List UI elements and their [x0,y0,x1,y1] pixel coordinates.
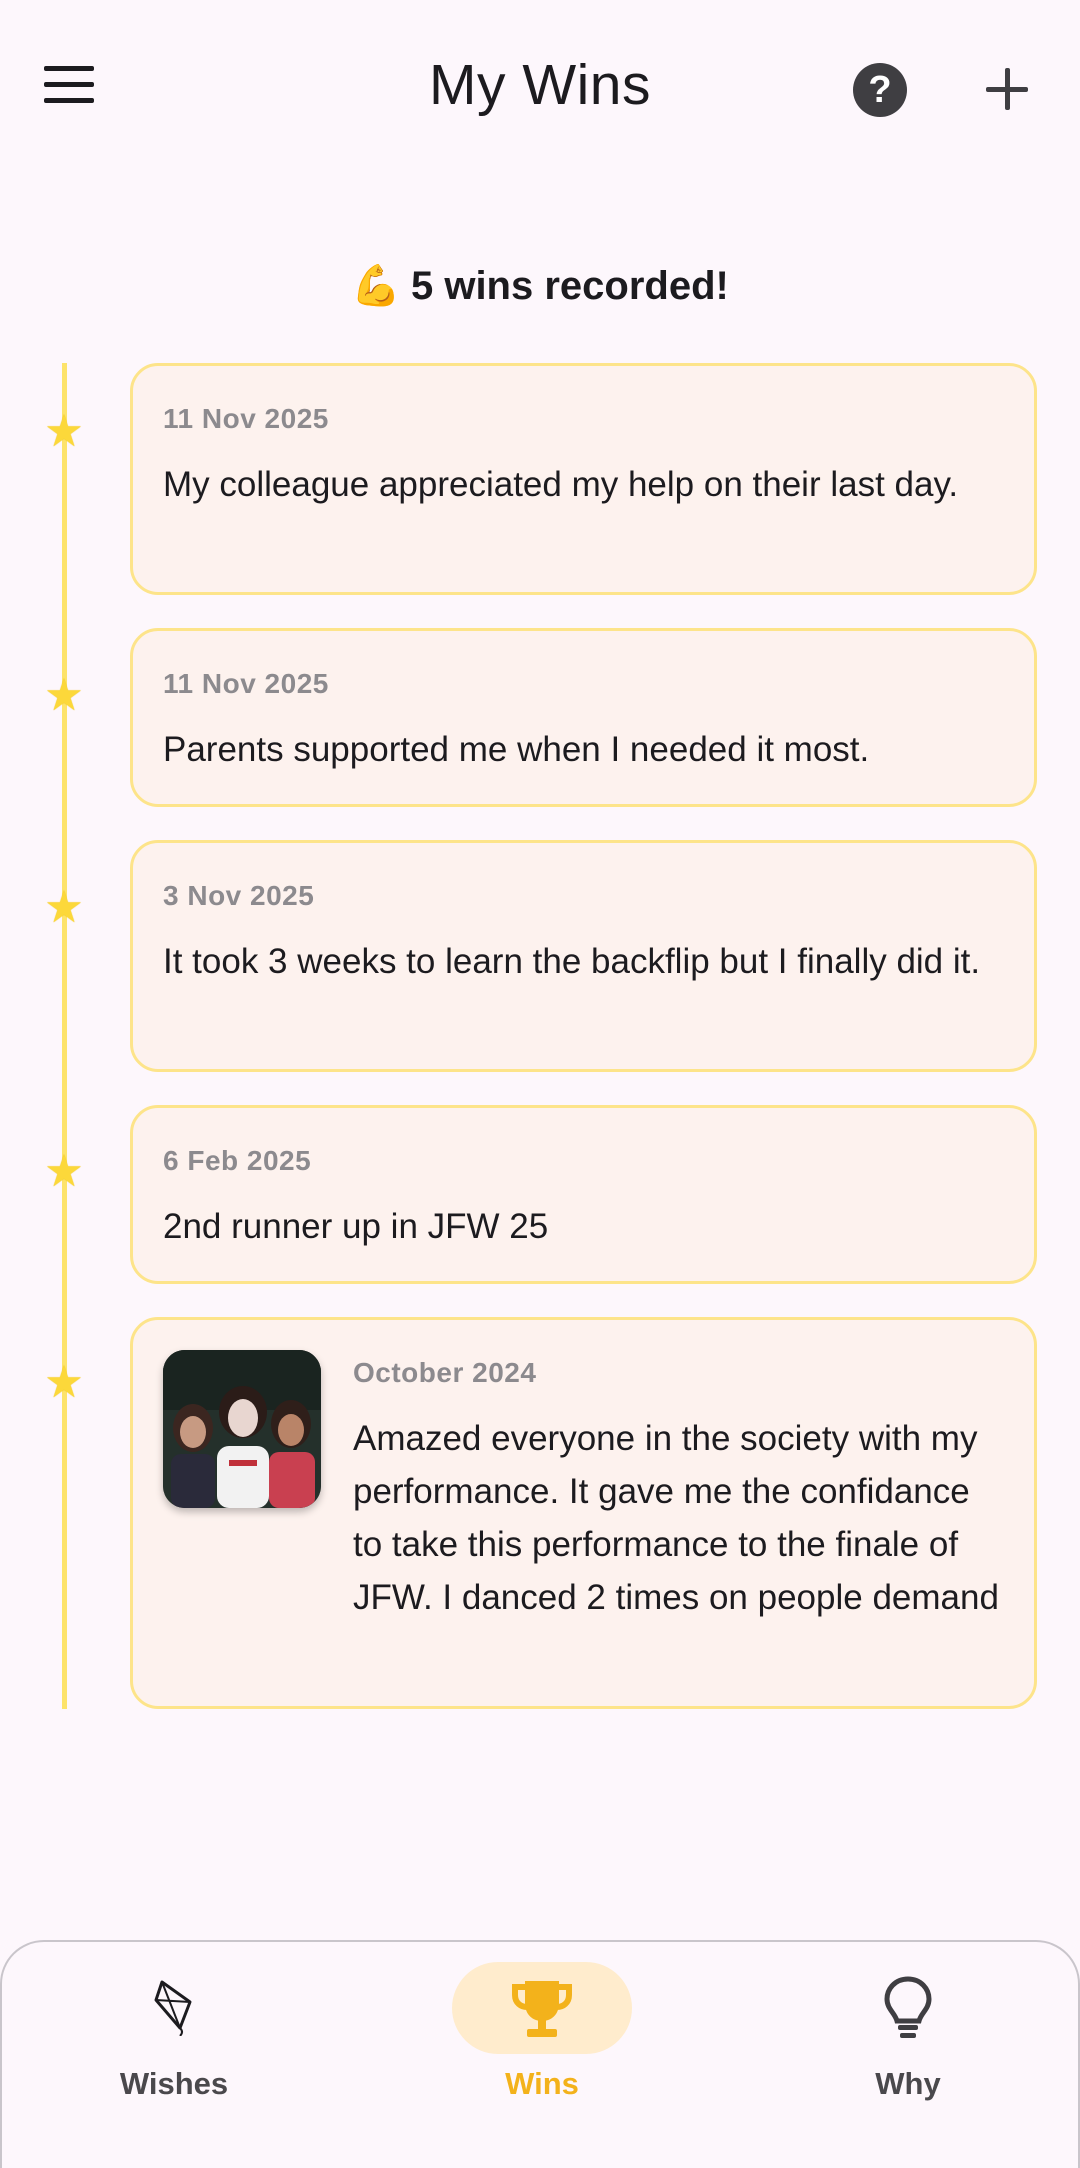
win-card[interactable]: 11 Nov 2025 Parents supported me when I … [130,628,1037,807]
star-icon: ★ [44,1147,84,1196]
kite-icon [154,1980,192,2036]
star-icon: ★ [44,1358,84,1407]
nav-wins-label: Wins [505,2066,579,2101]
win-card[interactable]: 3 Nov 2025 It took 3 weeks to learn the … [130,840,1037,1072]
win-text: My colleague appreciated my help on thei… [163,465,959,504]
timeline-line [62,363,67,1709]
win-date: 11 Nov 2025 [163,668,329,699]
trophy-icon [512,1981,572,2037]
wins-summary: 💪 5 wins recorded! [0,262,1080,309]
win-card[interactable]: 11 Nov 2025 My colleague appreciated my … [130,363,1037,595]
star-icon: ★ [44,671,84,720]
nav-wishes[interactable]: Wishes [54,1962,294,2122]
top-app-bar: My Wins ? [0,0,1080,180]
win-card[interactable]: 6 Feb 2025 2nd runner up in JFW 25 [130,1105,1037,1284]
win-date: October 2024 [353,1357,537,1388]
nav-why-indicator [818,1962,998,2054]
nav-wishes-label: Wishes [119,2066,229,2101]
win-text: Parents supported me when I needed it mo… [163,730,870,769]
page-title: My Wins [429,53,651,117]
wins-summary-text: 5 wins recorded! [410,264,729,308]
star-icon: ★ [44,883,84,932]
win-text: Amazed everyone in the society with my p… [353,1419,999,1617]
help-icon[interactable]: ? [853,63,907,117]
lightbulb-icon [884,1976,932,2038]
win-date: 6 Feb 2025 [163,1145,312,1176]
nav-wins[interactable]: Wins [422,1962,662,2122]
bottom-navigation: Wishes Wins Why [0,1940,1080,2168]
nav-wins-indicator [452,1962,632,2054]
star-icon: ★ [44,407,84,456]
nav-wishes-indicator [84,1962,264,2054]
nav-why[interactable]: Why [788,1962,1028,2122]
win-text: 2nd runner up in JFW 25 [163,1207,549,1246]
win-date: 11 Nov 2025 [163,403,329,434]
win-text: It took 3 weeks to learn the backflip bu… [163,942,981,981]
win-photo[interactable] [163,1350,321,1508]
win-date: 3 Nov 2025 [163,880,315,911]
add-icon[interactable] [984,66,1030,112]
flexed-biceps-icon: 💪 [351,264,401,308]
app-root: My Wins ? 💪 5 wins recorded! ★ ★ ★ ★ ★ 11… [0,0,1080,2168]
win-card[interactable]: October 2024 Amazed everyone in the soci… [130,1317,1037,1709]
nav-why-label: Why [875,2066,941,2101]
